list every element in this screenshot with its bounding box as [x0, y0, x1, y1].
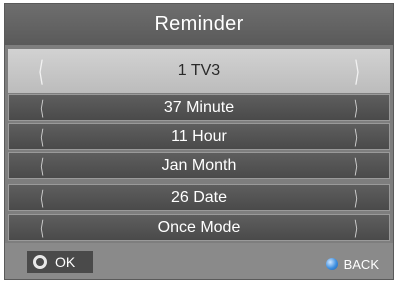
chevron-left-icon[interactable]: ⟨ — [36, 153, 48, 178]
hour-row[interactable]: ⟨ 11 Hour ⟩ — [8, 123, 390, 150]
back-button[interactable]: BACK — [325, 253, 379, 275]
chevron-right-icon[interactable]: ⟩ — [351, 49, 363, 93]
hour-value: 11 Hour — [171, 127, 227, 145]
minute-value: 37 Minute — [163, 98, 235, 116]
chevron-left-icon[interactable]: ⟨ — [36, 95, 48, 120]
mode-row[interactable]: ⟨ Once Mode ⟩ — [8, 214, 390, 241]
date-value: 26 Date — [170, 188, 228, 206]
ok-label: OK — [55, 254, 76, 270]
chevron-right-icon[interactable]: ⟩ — [350, 124, 362, 149]
channel-row[interactable]: ⟨ 1 TV3 ⟩ — [8, 49, 390, 93]
chevron-left-icon[interactable]: ⟨ — [36, 215, 48, 240]
back-label: BACK — [343, 256, 379, 272]
chevron-right-icon[interactable]: ⟩ — [350, 215, 362, 240]
blue-dot-icon — [325, 258, 338, 270]
channel-value: 1 TV3 — [177, 62, 221, 79]
month-row[interactable]: ⟨ Jan Month ⟩ — [8, 152, 390, 179]
month-value: Jan Month — [161, 156, 237, 174]
chevron-left-icon[interactable]: ⟨ — [35, 49, 47, 93]
dialog-title: Reminder — [5, 4, 393, 45]
chevron-right-icon[interactable]: ⟩ — [350, 185, 362, 210]
reminder-dialog: Reminder ⟨ 1 TV3 ⟩ ⟨ 37 Minute ⟩ ⟨ 11 Ho… — [4, 3, 394, 280]
chevron-left-icon[interactable]: ⟨ — [36, 185, 48, 210]
mode-value: Once Mode — [157, 218, 241, 236]
ok-button[interactable]: OK — [27, 251, 93, 273]
chevron-right-icon[interactable]: ⟩ — [350, 95, 362, 120]
chevron-left-icon[interactable]: ⟨ — [36, 124, 48, 149]
dialog-footer: OK BACK — [5, 243, 393, 279]
ok-circle-icon — [33, 255, 47, 269]
minute-row[interactable]: ⟨ 37 Minute ⟩ — [8, 94, 390, 121]
chevron-right-icon[interactable]: ⟩ — [350, 153, 362, 178]
date-row[interactable]: ⟨ 26 Date ⟩ — [8, 184, 390, 211]
